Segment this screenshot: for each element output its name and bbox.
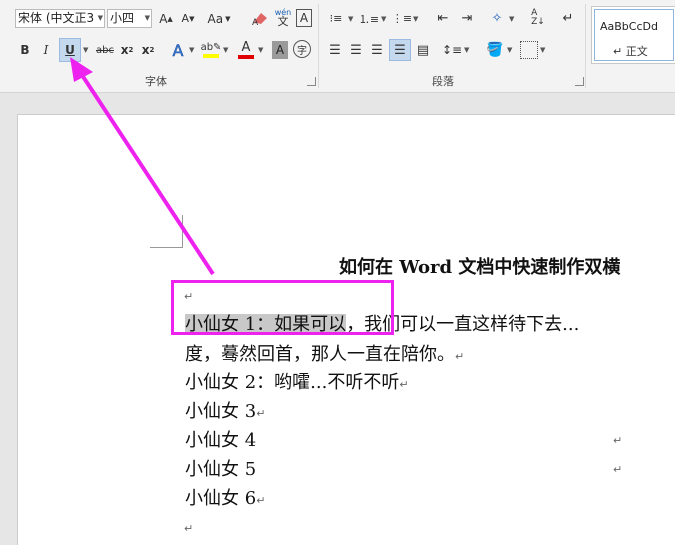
annotation-arrow-icon (70, 57, 215, 276)
